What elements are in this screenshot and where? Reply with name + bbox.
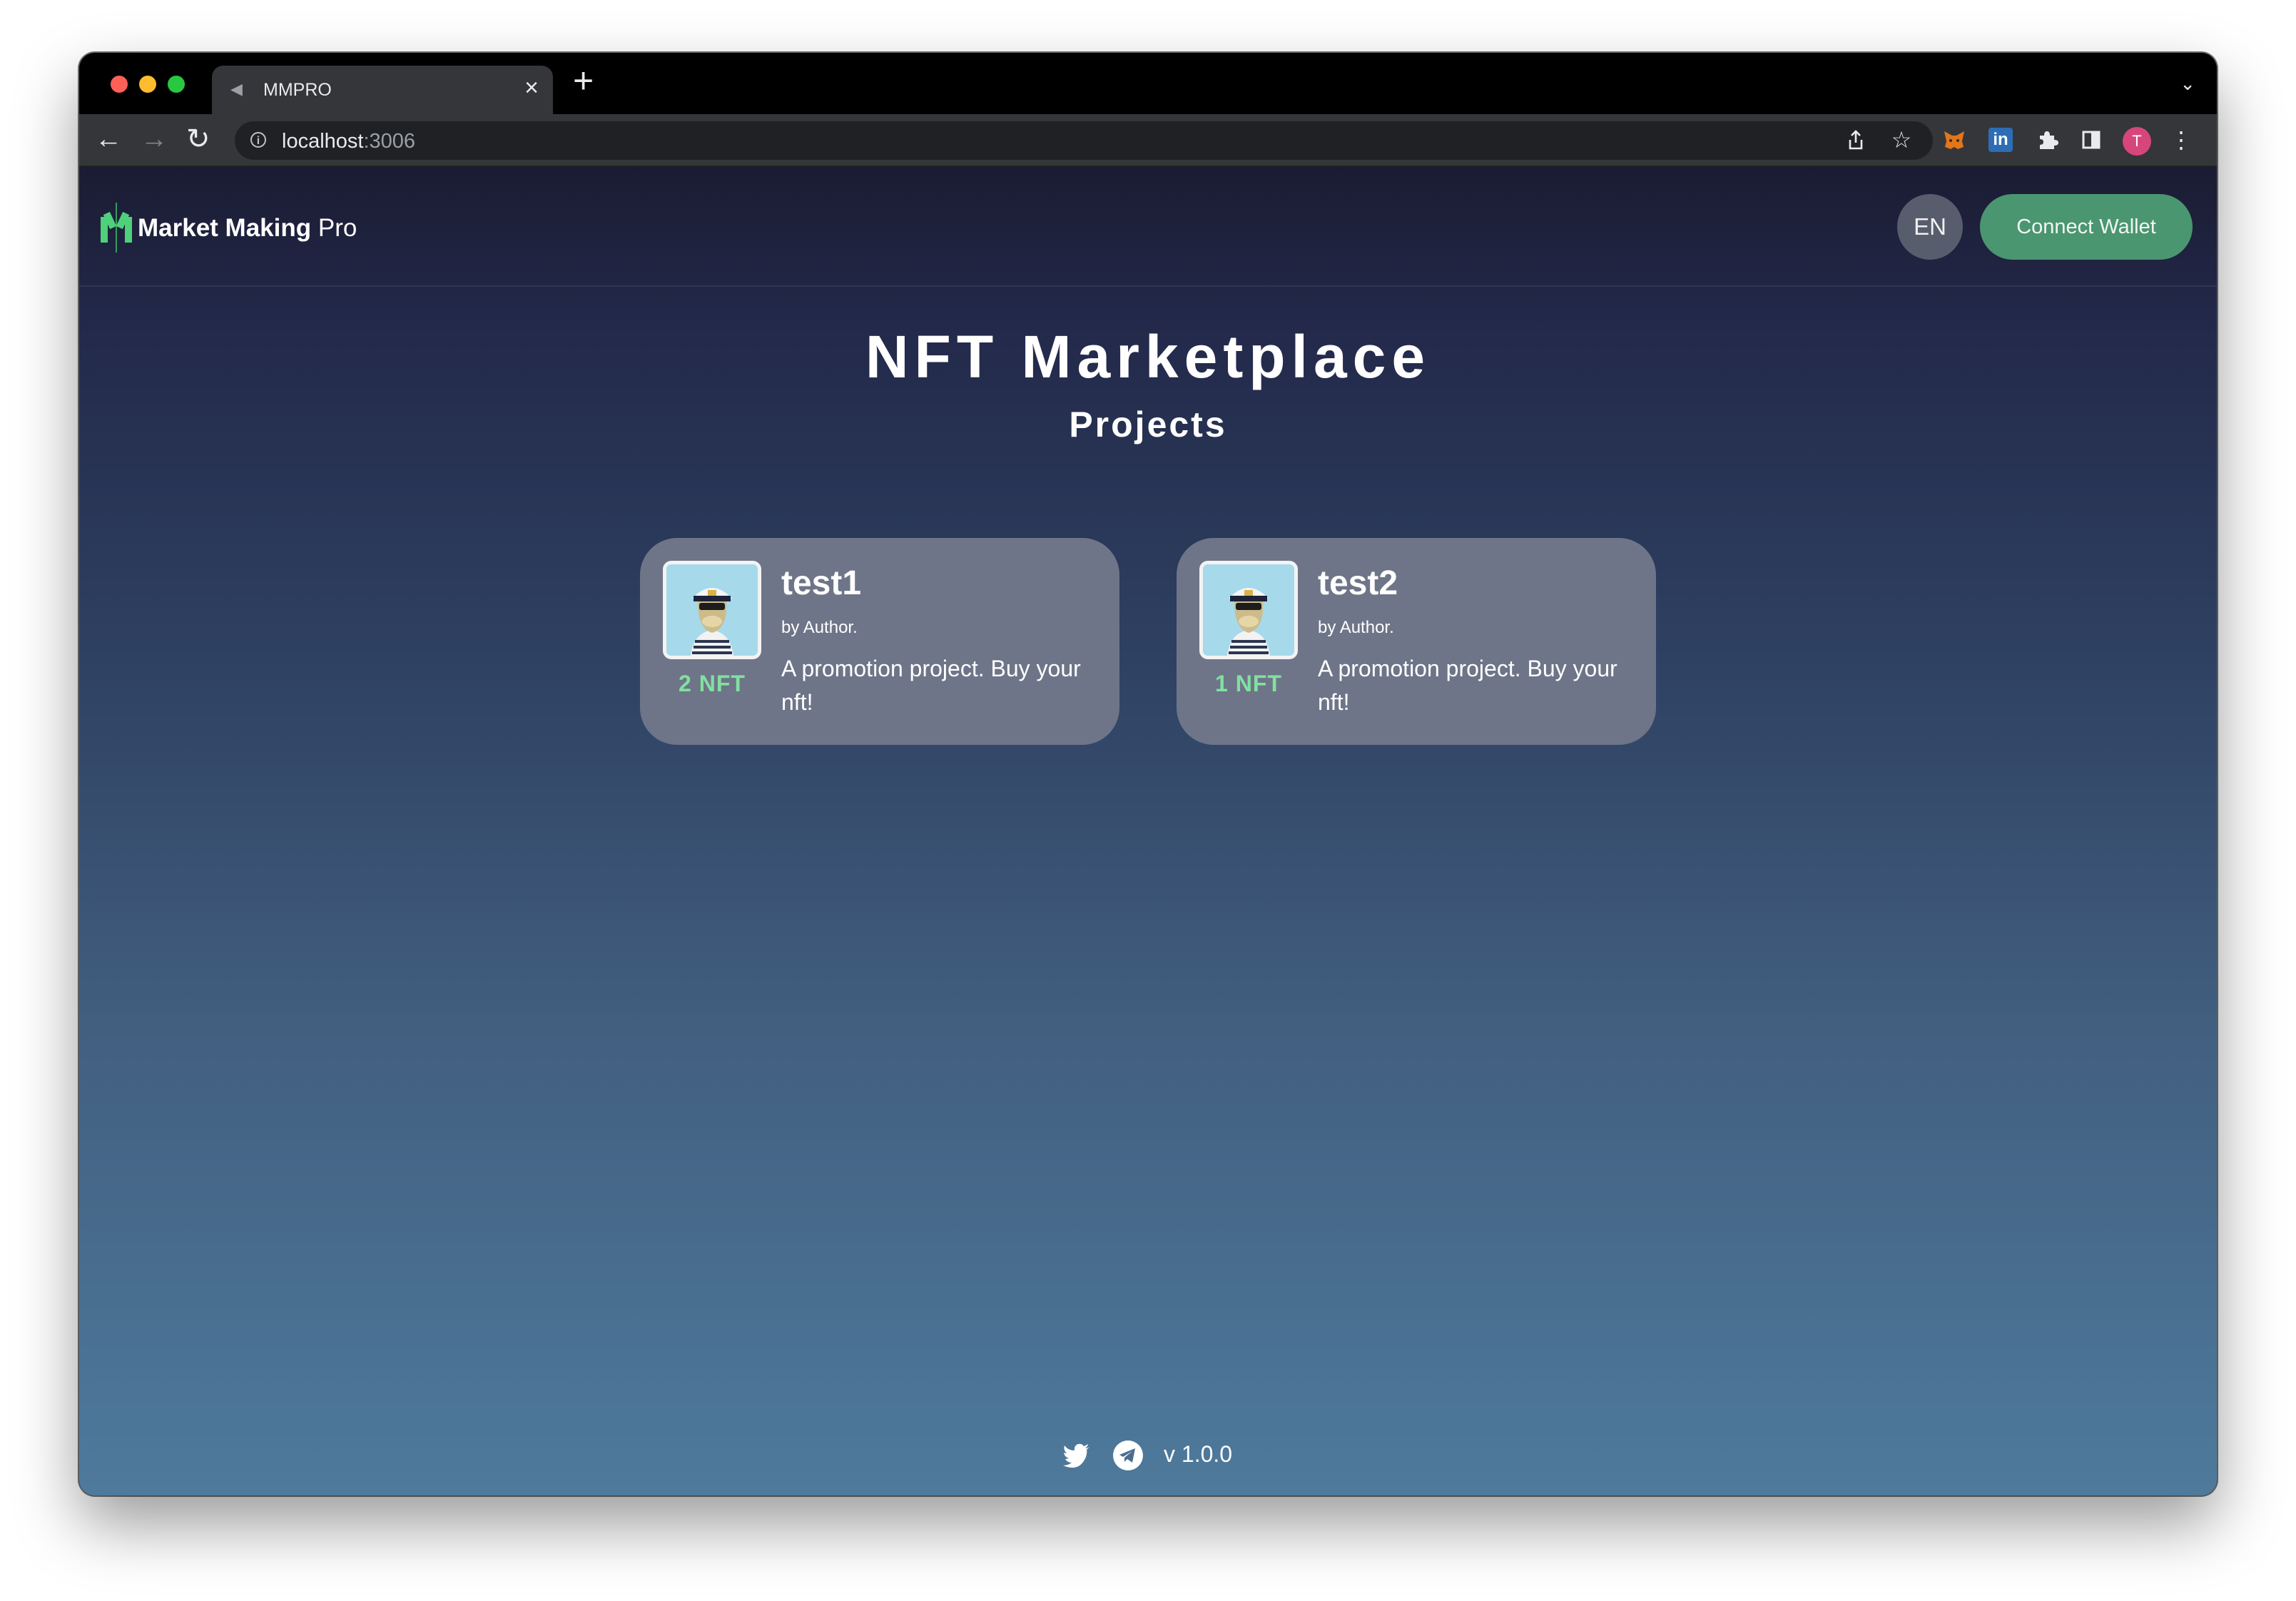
page-title: NFT Marketplace [865, 323, 1431, 390]
browser-tab[interactable]: ◀ MMPRO × [212, 66, 553, 114]
forward-arrow-icon[interactable]: → [141, 123, 168, 156]
close-window-button[interactable] [111, 76, 128, 93]
address-bar[interactable]: i localhost:3006 [235, 121, 1933, 160]
reload-icon[interactable]: ↻ [186, 123, 210, 156]
close-tab-icon[interactable]: × [524, 76, 539, 100]
project-name[interactable]: test2 [1318, 564, 1398, 603]
star-icon[interactable]: ☆ [1887, 126, 1916, 154]
more-icon[interactable]: ⋮ [2167, 126, 2195, 154]
linkedin-icon[interactable]: in [1988, 128, 2013, 152]
share-icon[interactable] [1842, 126, 1870, 154]
sidebar-icon[interactable] [2077, 126, 2105, 154]
tab-title: MMPRO [263, 80, 332, 100]
version-label: v 1.0.0 [1164, 1441, 1233, 1467]
telegram-icon[interactable] [1112, 1440, 1144, 1471]
url-text[interactable]: localhost:3006 [282, 130, 415, 153]
project-card[interactable]: 1 NFT test2 by Author. A promotion proje… [1177, 538, 1656, 745]
connect-wallet-button[interactable]: Connect Wallet [1980, 194, 2193, 260]
app-header: Market Making Pro EN Connect Wallet [79, 167, 2217, 287]
favicon-icon: ◀ [230, 80, 243, 98]
browser-window: ◀ MMPRO × + ⌄ ← → ↻ i localhost:3006 ☆ i… [79, 53, 2217, 1495]
info-icon[interactable]: i [250, 132, 266, 148]
language-button[interactable]: EN [1897, 194, 1963, 260]
new-tab-button[interactable]: + [573, 63, 594, 98]
logo-mark-icon [101, 203, 132, 253]
back-arrow-icon[interactable]: ← [95, 123, 122, 156]
project-thumbnail[interactable] [663, 561, 761, 659]
project-description: A promotion project. Buy your nft! [1318, 656, 1617, 715]
project-card[interactable]: 2 NFT test1 by Author. A promotion proje… [640, 538, 1119, 745]
project-description: A promotion project. Buy your nft! [781, 656, 1081, 715]
nft-count: 1 NFT [1215, 671, 1282, 696]
project-name[interactable]: test1 [781, 564, 861, 603]
footer: v 1.0.0 [1061, 1437, 1346, 1473]
profile-avatar[interactable]: T [2123, 127, 2151, 156]
browser-toolbar: ← → ↻ i localhost:3006 ☆ in T ⋮ [79, 114, 2217, 167]
minimize-window-button[interactable] [139, 76, 156, 93]
twitter-icon[interactable] [1061, 1440, 1092, 1471]
puzzle-icon[interactable] [2033, 126, 2061, 154]
project-author: by Author. [781, 618, 858, 637]
project-author: by Author. [1318, 618, 1394, 637]
tab-bar: ◀ MMPRO × + ⌄ [79, 53, 2217, 114]
tab-search-chevron-icon[interactable]: ⌄ [2180, 73, 2195, 95]
nft-count: 2 NFT [679, 671, 746, 696]
project-thumbnail[interactable] [1199, 561, 1298, 659]
page: Market Making Pro EN Connect Wallet NFT … [79, 167, 2217, 1495]
metamask-icon[interactable] [1940, 126, 1969, 154]
page-subtitle: Projects [1069, 405, 1227, 444]
logo-text: Market Making Pro [138, 214, 357, 242]
maximize-window-button[interactable] [168, 76, 185, 93]
